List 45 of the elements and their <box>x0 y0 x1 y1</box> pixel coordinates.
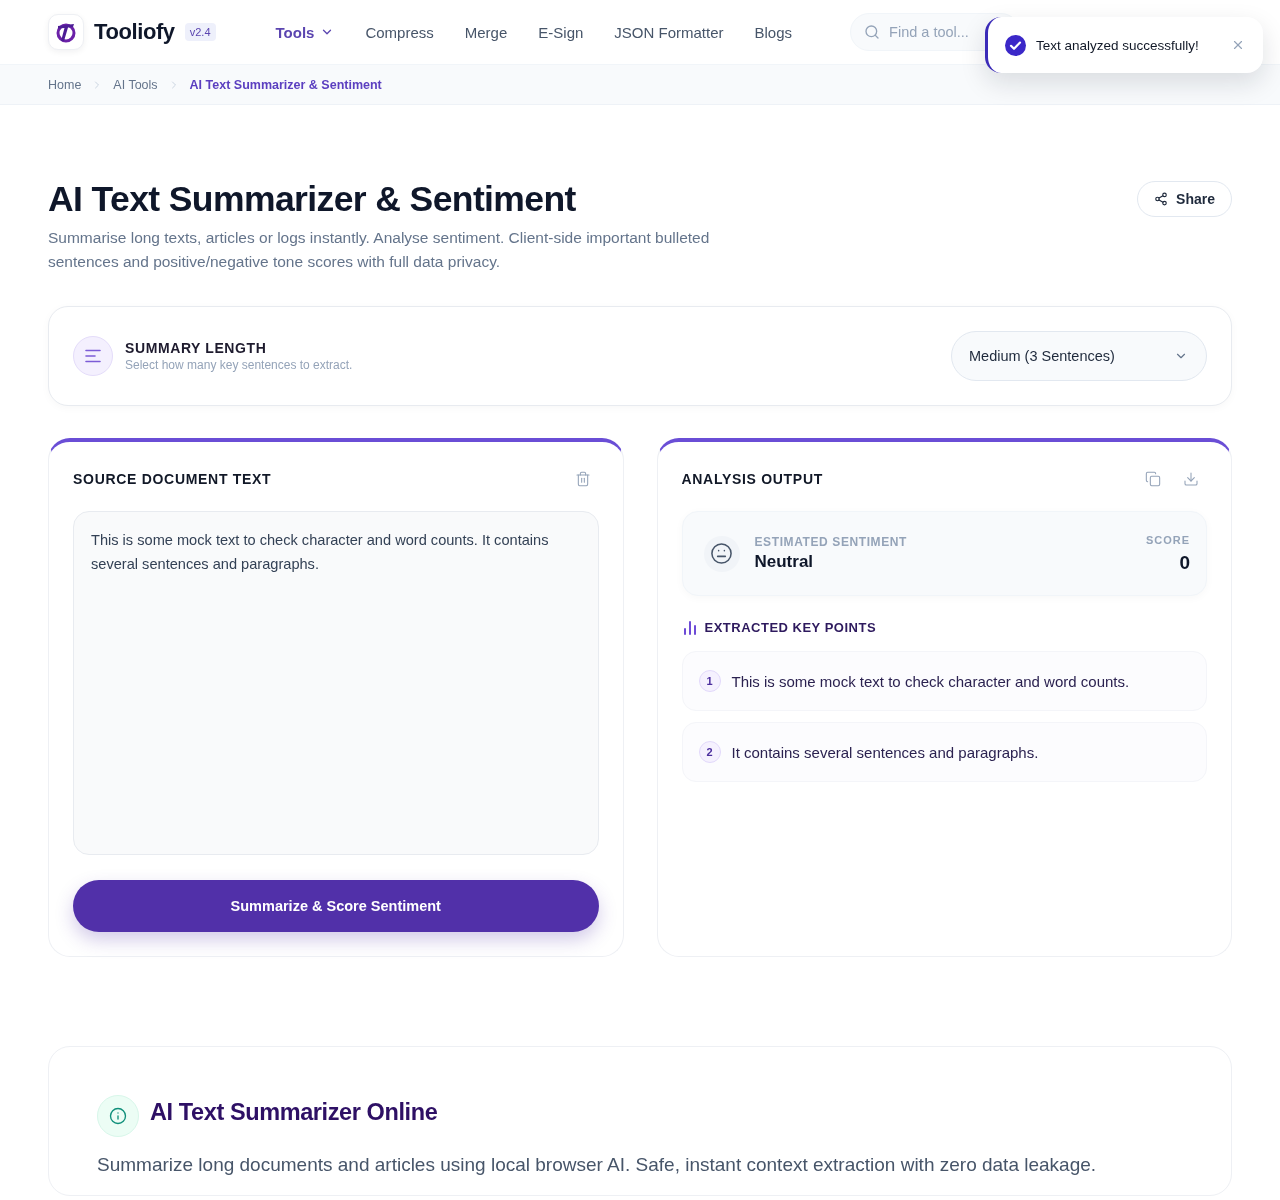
sentiment-label: ESTIMATED SENTIMENT <box>754 535 907 549</box>
nav-link[interactable]: Merge <box>464 23 508 41</box>
page-subtitle: Summarise long texts, articles or logs instantly. Analyse sentiment. Client-side important bulleted sentences and positive/negative tone scores with full data privacy. <box>48 228 711 272</box>
page-title: AI Text Summarizer & Sentiment <box>48 178 576 221</box>
source-text-field[interactable]: This is some mock text to check character and word counts. It contains several sentences and paragraphs. <box>73 510 599 856</box>
version-badge: v2.4 <box>184 23 216 41</box>
key-point-text: This is some mock text to check character and word counts. <box>731 672 1130 690</box>
score-value: 0 <box>1179 551 1190 574</box>
share-icon <box>1154 192 1169 206</box>
logo-icon[interactable] <box>48 14 84 50</box>
toast-message: Text analyzed successfully! <box>1036 37 1199 53</box>
score-label: SCORE <box>1145 533 1190 546</box>
about-title: AI Text Summarizer Online <box>150 1098 438 1126</box>
key-point-text: It contains several sentences and paragraphs. <box>731 743 1039 761</box>
close-icon <box>1231 38 1245 52</box>
panel-title: ANALYSIS OUTPUT <box>681 471 823 487</box>
breadcrumb-link[interactable]: AI Tools <box>113 77 158 92</box>
nav-link[interactable]: Compress <box>365 23 434 41</box>
share-button[interactable]: Share <box>1137 181 1232 217</box>
key-points-title: EXTRACTED KEY POINTS <box>704 620 877 635</box>
about-text: Summarize long documents and articles using local browser AI. Safe, instant context extraction with zero data leakage. <box>97 1153 1098 1177</box>
nav-link[interactable]: E-Sign <box>538 23 584 41</box>
download-icon[interactable] <box>1183 471 1199 487</box>
close-button[interactable] <box>1231 38 1245 52</box>
search-icon <box>864 24 881 40</box>
check-circle-icon <box>1005 34 1026 56</box>
summarize-button[interactable]: Summarize & Score Sentiment <box>73 880 599 932</box>
nav-link[interactable]: Blogs <box>754 23 793 41</box>
sentiment-value: Neutral <box>754 552 815 572</box>
summary-length-select[interactable]: Medium (3 Sentences) <box>951 331 1207 381</box>
bar-chart-icon <box>683 620 697 635</box>
copy-icon[interactable] <box>1145 471 1161 487</box>
lines-icon <box>73 336 113 376</box>
breadcrumb-link[interactable]: AI Text Summarizer & Sentiment <box>189 77 382 92</box>
breadcrumb-link[interactable]: Home <box>48 77 82 92</box>
setting-hint: Select how many key sentences to extract. <box>125 358 353 372</box>
point-number: 1 <box>698 670 721 692</box>
info-icon <box>97 1095 139 1137</box>
brand-name[interactable]: Tooliofy <box>94 19 175 45</box>
setting-label: SUMMARY LENGTH <box>125 340 268 356</box>
trash-icon[interactable] <box>574 470 591 487</box>
nav-link[interactable]: Tools <box>275 23 335 41</box>
point-number: 2 <box>698 741 721 763</box>
panel-title: SOURCE DOCUMENT TEXT <box>73 470 272 487</box>
nav-link[interactable]: JSON Formatter <box>614 23 724 41</box>
